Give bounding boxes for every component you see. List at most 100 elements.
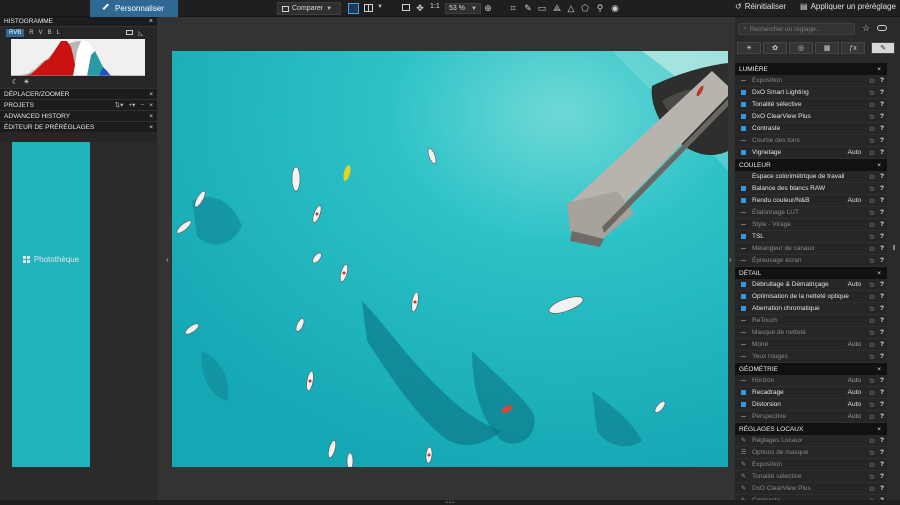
- help-icon[interactable]: ?: [880, 149, 884, 156]
- favorite-star-icon[interactable]: ☆: [869, 281, 875, 289]
- channel-r[interactable]: R: [29, 30, 33, 36]
- help-icon[interactable]: ?: [880, 449, 884, 456]
- enabled-checkbox[interactable]: [741, 282, 746, 287]
- help-icon[interactable]: ?: [880, 89, 884, 96]
- help-icon[interactable]: ?: [880, 209, 884, 216]
- favorite-star-icon[interactable]: ☆: [869, 329, 875, 337]
- compare-button[interactable]: Comparer ▼: [277, 2, 341, 15]
- enabled-checkbox[interactable]: [741, 90, 746, 95]
- adjustment-item[interactable]: Recadrage Auto ☆?: [735, 387, 887, 399]
- help-icon[interactable]: ?: [880, 281, 884, 288]
- section-header[interactable]: DÉTAIL ×: [735, 267, 887, 279]
- adjustment-item[interactable]: ☰ Options de masque ☆?: [735, 447, 887, 459]
- star-icon[interactable]: ☆: [862, 23, 870, 34]
- section-header[interactable]: GÉOMÉTRIE ×: [735, 363, 887, 375]
- adjustment-item[interactable]: ReTouch ☆?: [735, 315, 887, 327]
- channel-l[interactable]: L: [57, 30, 60, 36]
- adjustment-item[interactable]: Étalonnage LUT ☆?: [735, 207, 887, 219]
- disabled-toggle[interactable]: [741, 320, 746, 321]
- adjustment-item[interactable]: Exposition ☆?: [735, 75, 887, 87]
- adjustment-item[interactable]: ✎ Tonalité sélective ☆?: [735, 471, 887, 483]
- help-icon[interactable]: ?: [880, 77, 884, 84]
- add-icon[interactable]: +▾: [128, 101, 135, 109]
- triangle-icon[interactable]: △: [566, 3, 576, 13]
- adjustment-item[interactable]: Distorsion Auto ☆?: [735, 399, 887, 411]
- adjustment-item[interactable]: ✎ Exposition ☆?: [735, 459, 887, 471]
- close-icon[interactable]: ×: [877, 270, 881, 277]
- adjustment-item[interactable]: Style - Virage ☆?: [735, 219, 887, 231]
- disabled-toggle[interactable]: [741, 332, 746, 333]
- close-icon[interactable]: ×: [149, 18, 153, 25]
- close-icon[interactable]: ×: [877, 162, 881, 169]
- section-header[interactable]: COULEUR ×: [735, 159, 887, 171]
- adjustment-item[interactable]: ✎ Réglages Locaux ☆?: [735, 435, 887, 447]
- adjustment-item[interactable]: Tonalité sélective ☆?: [735, 99, 887, 111]
- favorite-star-icon[interactable]: ☆: [869, 413, 875, 421]
- adjustment-item[interactable]: Courbe des tons ☆?: [735, 135, 887, 147]
- geometry-icon[interactable]: ▦: [815, 42, 839, 54]
- adjustment-item[interactable]: Perspective Auto ☆?: [735, 411, 887, 423]
- disabled-toggle[interactable]: [741, 80, 746, 81]
- channel-b[interactable]: B: [48, 30, 52, 36]
- zoom-select[interactable]: 53 % ▼: [445, 3, 481, 14]
- collapse-left-icon[interactable]: ‹: [166, 255, 169, 264]
- fit-to-screen-icon[interactable]: [402, 4, 410, 11]
- effects-icon[interactable]: ƒx: [841, 42, 865, 54]
- sun-icon[interactable]: ☀: [23, 78, 29, 86]
- eye-icon[interactable]: ◉: [610, 3, 620, 13]
- favorite-star-icon[interactable]: ☆: [869, 125, 875, 133]
- adjustment-item[interactable]: Vignetage Auto ☆?: [735, 147, 887, 159]
- favorite-star-icon[interactable]: ☆: [869, 341, 875, 349]
- adjustment-item[interactable]: Mélangeur de canaux ☆?: [735, 243, 887, 255]
- favorite-star-icon[interactable]: ☆: [869, 77, 875, 85]
- enabled-checkbox[interactable]: [741, 186, 746, 191]
- disabled-toggle[interactable]: [741, 140, 746, 141]
- help-icon[interactable]: ?: [880, 401, 884, 408]
- help-icon[interactable]: ?: [880, 329, 884, 336]
- adjustment-item[interactable]: Balance des blancs RAW ☆?: [735, 183, 887, 195]
- light-icon[interactable]: ☀: [737, 42, 761, 54]
- disabled-toggle[interactable]: [741, 344, 746, 345]
- disabled-toggle[interactable]: [741, 380, 746, 381]
- adjustment-item[interactable]: Masque de netteté ☆?: [735, 327, 887, 339]
- help-icon[interactable]: ?: [880, 353, 884, 360]
- reset-button[interactable]: ↺ Réinitialiser: [735, 2, 786, 11]
- enabled-checkbox[interactable]: [741, 126, 746, 131]
- help-icon[interactable]: ?: [880, 221, 884, 228]
- adjustment-item[interactable]: Moiré Auto ☆?: [735, 339, 887, 351]
- help-icon[interactable]: ?: [880, 437, 884, 444]
- help-icon[interactable]: ?: [880, 461, 884, 468]
- help-icon[interactable]: ?: [880, 245, 884, 252]
- enabled-checkbox[interactable]: [741, 294, 746, 299]
- section-header[interactable]: RÉGLAGES LOCAUX ×: [735, 423, 887, 435]
- help-icon[interactable]: ?: [880, 101, 884, 108]
- adjustment-item[interactable]: Optimisation de la netteté optique ☆?: [735, 291, 887, 303]
- enabled-checkbox[interactable]: [741, 114, 746, 119]
- help-icon[interactable]: ?: [880, 341, 884, 348]
- disabled-toggle[interactable]: [741, 224, 746, 225]
- section-header[interactable]: LUMIÈRE ×: [735, 63, 887, 75]
- moon-icon[interactable]: ☾: [12, 78, 18, 86]
- help-icon[interactable]: ?: [880, 377, 884, 384]
- single-view-icon[interactable]: [348, 3, 359, 14]
- favorite-star-icon[interactable]: ☆: [869, 221, 875, 229]
- search-input[interactable]: ⌕ Rechercher un réglage...: [738, 23, 855, 35]
- scrollbar[interactable]: [893, 245, 895, 250]
- repair-icon[interactable]: ⚲: [595, 3, 605, 13]
- drag-handle[interactable]: • • •: [446, 500, 454, 505]
- eyedropper-icon[interactable]: ✎: [523, 3, 533, 13]
- help-icon[interactable]: ?: [880, 389, 884, 396]
- favorite-star-icon[interactable]: ☆: [869, 197, 875, 205]
- help-icon[interactable]: ?: [880, 485, 884, 492]
- close-icon[interactable]: ×: [149, 91, 153, 98]
- detail-icon[interactable]: ◎: [789, 42, 813, 54]
- panel-advanced-history[interactable]: ADVANCED HISTORY ×: [0, 110, 157, 121]
- zoom-1-1-button[interactable]: 1:1: [430, 3, 440, 10]
- channel-v[interactable]: V: [39, 30, 43, 36]
- favorite-star-icon[interactable]: ☆: [869, 353, 875, 361]
- close-icon[interactable]: ×: [877, 426, 881, 433]
- close-icon[interactable]: ×: [149, 124, 153, 131]
- zoom-in-icon[interactable]: ⊕: [483, 3, 493, 13]
- favorite-star-icon[interactable]: ☆: [869, 293, 875, 301]
- help-icon[interactable]: ?: [880, 197, 884, 204]
